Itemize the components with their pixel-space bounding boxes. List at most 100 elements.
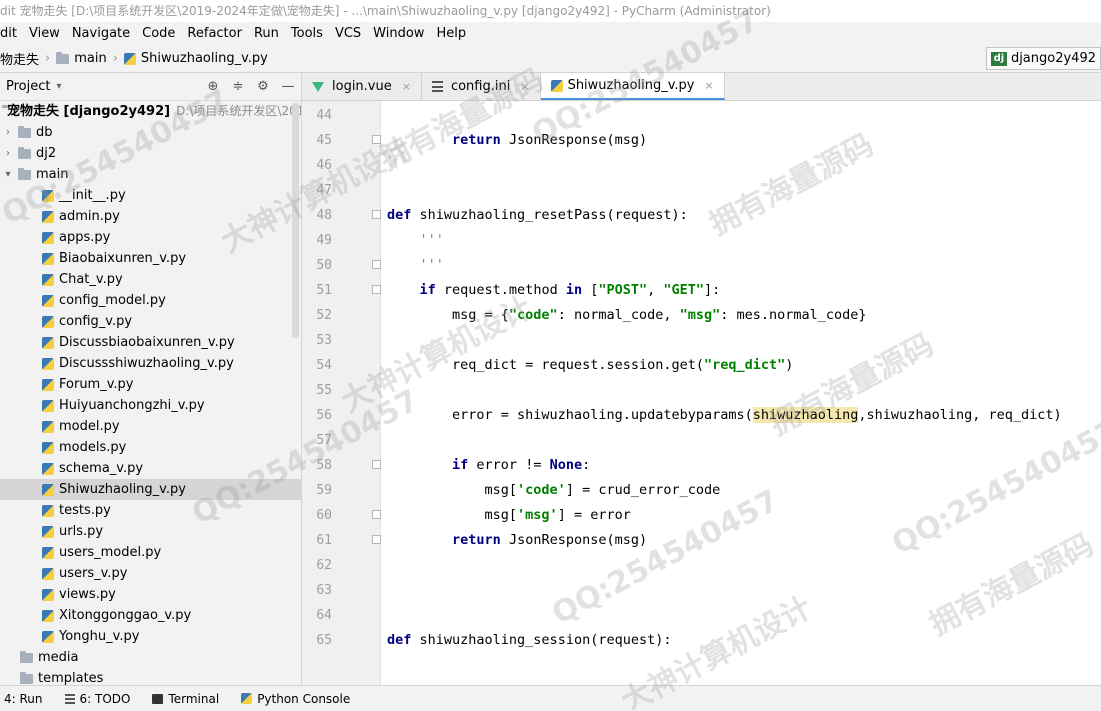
- chevron-right-icon[interactable]: ›: [2, 143, 14, 164]
- project-scrollbar[interactable]: [292, 103, 299, 338]
- code-line[interactable]: 57: [302, 428, 1101, 453]
- code-line[interactable]: 51 if request.method in ["POST", "GET"]:: [302, 278, 1101, 303]
- breadcrumb-file[interactable]: Shiwuzhaoling_v.py: [123, 51, 268, 66]
- code-line[interactable]: 45 return JsonResponse(msg): [302, 128, 1101, 153]
- tree-item-label: Xitonggonggao_v.py: [59, 608, 192, 623]
- editor-tab[interactable]: config.ini ×: [422, 73, 541, 100]
- code-line[interactable]: 61 return JsonResponse(msg): [302, 528, 1101, 553]
- line-number: 60: [316, 508, 332, 523]
- tree-file[interactable]: __init__.py: [0, 185, 301, 206]
- code-line[interactable]: 65 def shiwuzhaoling_session(request):: [302, 628, 1101, 653]
- collapse-all-icon[interactable]: ≑: [229, 78, 247, 96]
- code-area[interactable]: 44 45 return JsonResponse(msg) 46 47 48 def s…: [302, 101, 1101, 685]
- tree-file[interactable]: config_v.py: [0, 311, 301, 332]
- tree-file[interactable]: views.py: [0, 584, 301, 605]
- tree-file[interactable]: config_model.py: [0, 290, 301, 311]
- code-line[interactable]: 48 def shiwuzhaoling_resetPass(request):: [302, 203, 1101, 228]
- window-title: dit 宠物走失 [D:\项目系统开发区\2019-2024年定做\宠物走失] …: [0, 0, 1101, 22]
- chevron-right-icon[interactable]: ›: [2, 122, 14, 143]
- tree-file[interactable]: Biaobaixunren_v.py: [0, 248, 301, 269]
- code-line[interactable]: 55: [302, 378, 1101, 403]
- fold-marker-icon[interactable]: [372, 260, 381, 269]
- fold-marker-icon[interactable]: [372, 510, 381, 519]
- tool-window-button[interactable]: Terminal: [152, 692, 219, 706]
- menu-item[interactable]: Window: [373, 26, 430, 41]
- python-file-icon: [42, 441, 54, 454]
- tree-folder[interactable]: media: [0, 647, 301, 668]
- editor-tab[interactable]: Shiwuzhaoling_v.py ×: [540, 73, 725, 100]
- code-line[interactable]: 46: [302, 153, 1101, 178]
- tree-folder[interactable]: › db: [0, 122, 301, 143]
- code-line[interactable]: 47: [302, 178, 1101, 203]
- code-line[interactable]: 56 error = shiwuzhaoling.updatebyparams(…: [302, 403, 1101, 428]
- code-line[interactable]: 53: [302, 328, 1101, 353]
- menu-item[interactable]: Refactor: [187, 26, 248, 41]
- breadcrumb-project[interactable]: 物走失 ›: [0, 49, 50, 68]
- locate-icon[interactable]: ⊕: [204, 78, 222, 96]
- close-icon[interactable]: ×: [520, 80, 529, 93]
- fold-marker-icon[interactable]: [372, 535, 381, 544]
- tree-file[interactable]: model.py: [0, 416, 301, 437]
- tree-file[interactable]: Shiwuzhaoling_v.py: [0, 479, 301, 500]
- close-icon[interactable]: ×: [705, 79, 714, 92]
- tree-folder[interactable]: ▾ main: [0, 164, 301, 185]
- breadcrumb-main[interactable]: main ›: [56, 51, 118, 66]
- code-line[interactable]: 49 ''': [302, 228, 1101, 253]
- code-line[interactable]: 58 if error != None:: [302, 453, 1101, 478]
- tree-file[interactable]: Discussshiwuzhaoling_v.py: [0, 353, 301, 374]
- code-line[interactable]: 64: [302, 603, 1101, 628]
- code-line[interactable]: 44: [302, 103, 1101, 128]
- hide-icon[interactable]: —: [279, 78, 297, 96]
- tree-file[interactable]: schema_v.py: [0, 458, 301, 479]
- tree-folder[interactable]: templates: [0, 668, 301, 685]
- code-token: ,shiwuzhaoling, req_dict): [858, 407, 1062, 423]
- tree-file[interactable]: users_model.py: [0, 542, 301, 563]
- menu-item[interactable]: dit: [0, 26, 23, 41]
- tree-root[interactable]: 宠物走失 [django2y492] D:\项目系统开发区\2019-: [0, 101, 301, 122]
- menu-item[interactable]: VCS: [335, 26, 367, 41]
- code-token: shiwuzhaoling_resetPass(request):: [411, 207, 688, 223]
- menu-item[interactable]: Code: [142, 26, 181, 41]
- tree-file[interactable]: models.py: [0, 437, 301, 458]
- code-line[interactable]: 60 msg['msg'] = error: [302, 503, 1101, 528]
- tree-file[interactable]: Chat_v.py: [0, 269, 301, 290]
- editor-tab[interactable]: login.vue ×: [302, 73, 422, 100]
- chevron-down-icon[interactable]: ▾: [2, 164, 14, 185]
- tree-file[interactable]: Discussbiaobaixunren_v.py: [0, 332, 301, 353]
- fold-marker-icon[interactable]: [372, 460, 381, 469]
- code-line[interactable]: 59 msg['code'] = crud_error_code: [302, 478, 1101, 503]
- menu-item[interactable]: Tools: [291, 26, 329, 41]
- tree-file[interactable]: users_v.py: [0, 563, 301, 584]
- code-line[interactable]: 52 msg = {"code": normal_code, "msg": me…: [302, 303, 1101, 328]
- tree-file[interactable]: admin.py: [0, 206, 301, 227]
- fold-marker-icon[interactable]: [372, 135, 381, 144]
- code-line[interactable]: 50 ''': [302, 253, 1101, 278]
- menu-item[interactable]: Help: [436, 26, 472, 41]
- menu-item[interactable]: View: [29, 26, 66, 41]
- menu-item[interactable]: Run: [254, 26, 285, 41]
- tree-file[interactable]: tests.py: [0, 500, 301, 521]
- close-icon[interactable]: ×: [402, 80, 411, 93]
- gear-icon[interactable]: ⚙: [254, 78, 272, 96]
- tree-file[interactable]: Huiyuanchongzhi_v.py: [0, 395, 301, 416]
- tool-window-button[interactable]: 6: TODO: [64, 692, 130, 706]
- tree-item-label: templates: [38, 671, 104, 685]
- project-panel-title[interactable]: Project: [6, 79, 50, 94]
- code-line[interactable]: 54 req_dict = request.session.get("req_d…: [302, 353, 1101, 378]
- tree-file[interactable]: Xitonggonggao_v.py: [0, 605, 301, 626]
- tree-file[interactable]: Forum_v.py: [0, 374, 301, 395]
- tree-folder[interactable]: › dj2: [0, 143, 301, 164]
- code-line[interactable]: 62: [302, 553, 1101, 578]
- menu-item[interactable]: Navigate: [72, 26, 136, 41]
- chevron-down-icon[interactable]: ▾: [56, 81, 61, 92]
- tree-file[interactable]: Yonghu_v.py: [0, 626, 301, 647]
- navigation-bar: 物走失 › main › Shiwuzhaoling_v.py dj djang…: [0, 45, 1101, 73]
- tree-file[interactable]: apps.py: [0, 227, 301, 248]
- tool-window-button[interactable]: 4: Run: [4, 692, 43, 706]
- tree-file[interactable]: urls.py: [0, 521, 301, 542]
- fold-marker-icon[interactable]: [372, 285, 381, 294]
- fold-marker-icon[interactable]: [372, 210, 381, 219]
- run-configuration-select[interactable]: dj django2y492: [985, 47, 1101, 70]
- tool-window-button[interactable]: Python Console: [241, 692, 350, 706]
- code-line[interactable]: 63: [302, 578, 1101, 603]
